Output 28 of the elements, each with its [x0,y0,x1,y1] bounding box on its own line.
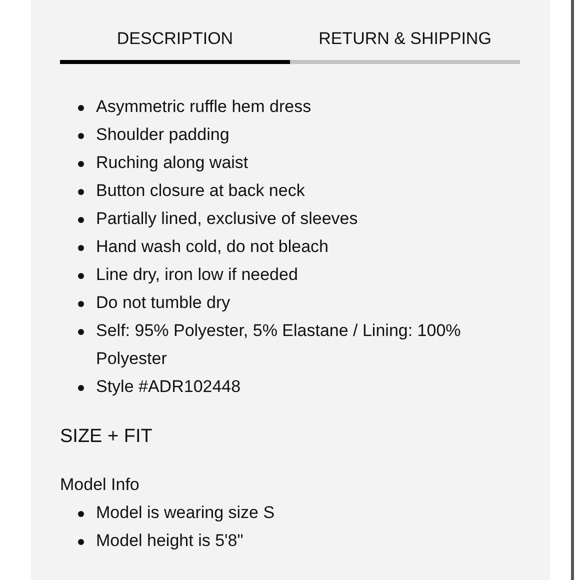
bullet-icon [78,272,84,278]
bullet-icon [78,104,84,110]
list-item-text: Partially lined, exclusive of sleeves [96,208,358,230]
list-item-text: Button closure at back neck [96,180,305,202]
list-item-text: Ruching along waist [96,152,248,174]
list-item-text: Asymmetric ruffle hem dress [96,96,312,118]
list-item-text: Line dry, iron low if needed [96,264,298,286]
bullet-icon [78,384,84,390]
list-item-text: Shoulder padding [96,124,230,146]
bullet-icon [78,300,84,306]
bullet-icon [78,539,84,545]
bullet-icon [78,160,84,166]
list-item-text: Do not tumble dry [96,292,230,314]
tab[interactable]: RETURN & SHIPPING [290,26,520,64]
list-item-text: Hand wash cold, do not bleach [96,236,328,258]
tab[interactable]: DESCRIPTION [60,26,290,64]
bullet-icon [78,188,84,194]
list-item-text: Self: 95% Polyester, 5% Elastane / Lining: 100% Polyester [96,320,462,370]
list-item-text: Model height is 5'8" [96,530,244,552]
bullet-icon [78,216,84,222]
bullet-icon [78,328,84,334]
bullet-icon [78,244,84,250]
bullet-icon [78,132,84,138]
subsection-heading: Model Info [60,474,140,496]
list-item-text: Model is wearing size S [96,502,275,524]
section-heading: SIZE + FIT [60,424,154,448]
list-item-text: Style #ADR102448 [96,376,241,398]
bullet-icon [78,511,84,517]
